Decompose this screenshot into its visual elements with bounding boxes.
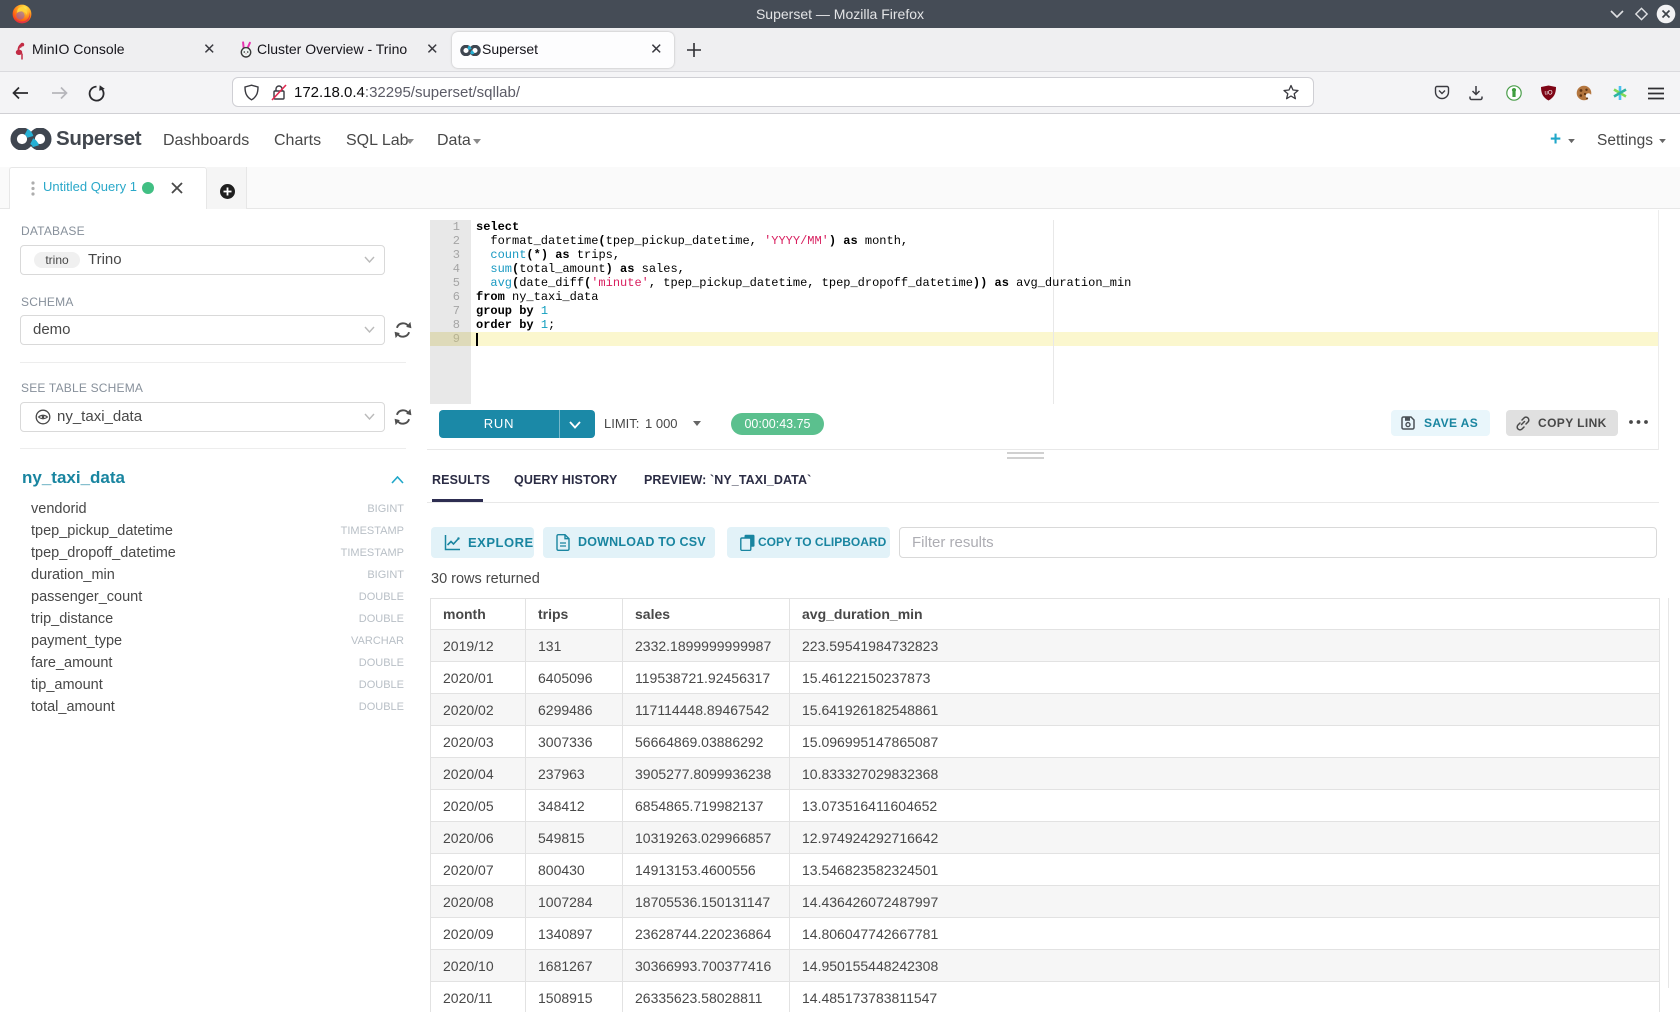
svg-text:uO: uO [1544, 91, 1552, 97]
